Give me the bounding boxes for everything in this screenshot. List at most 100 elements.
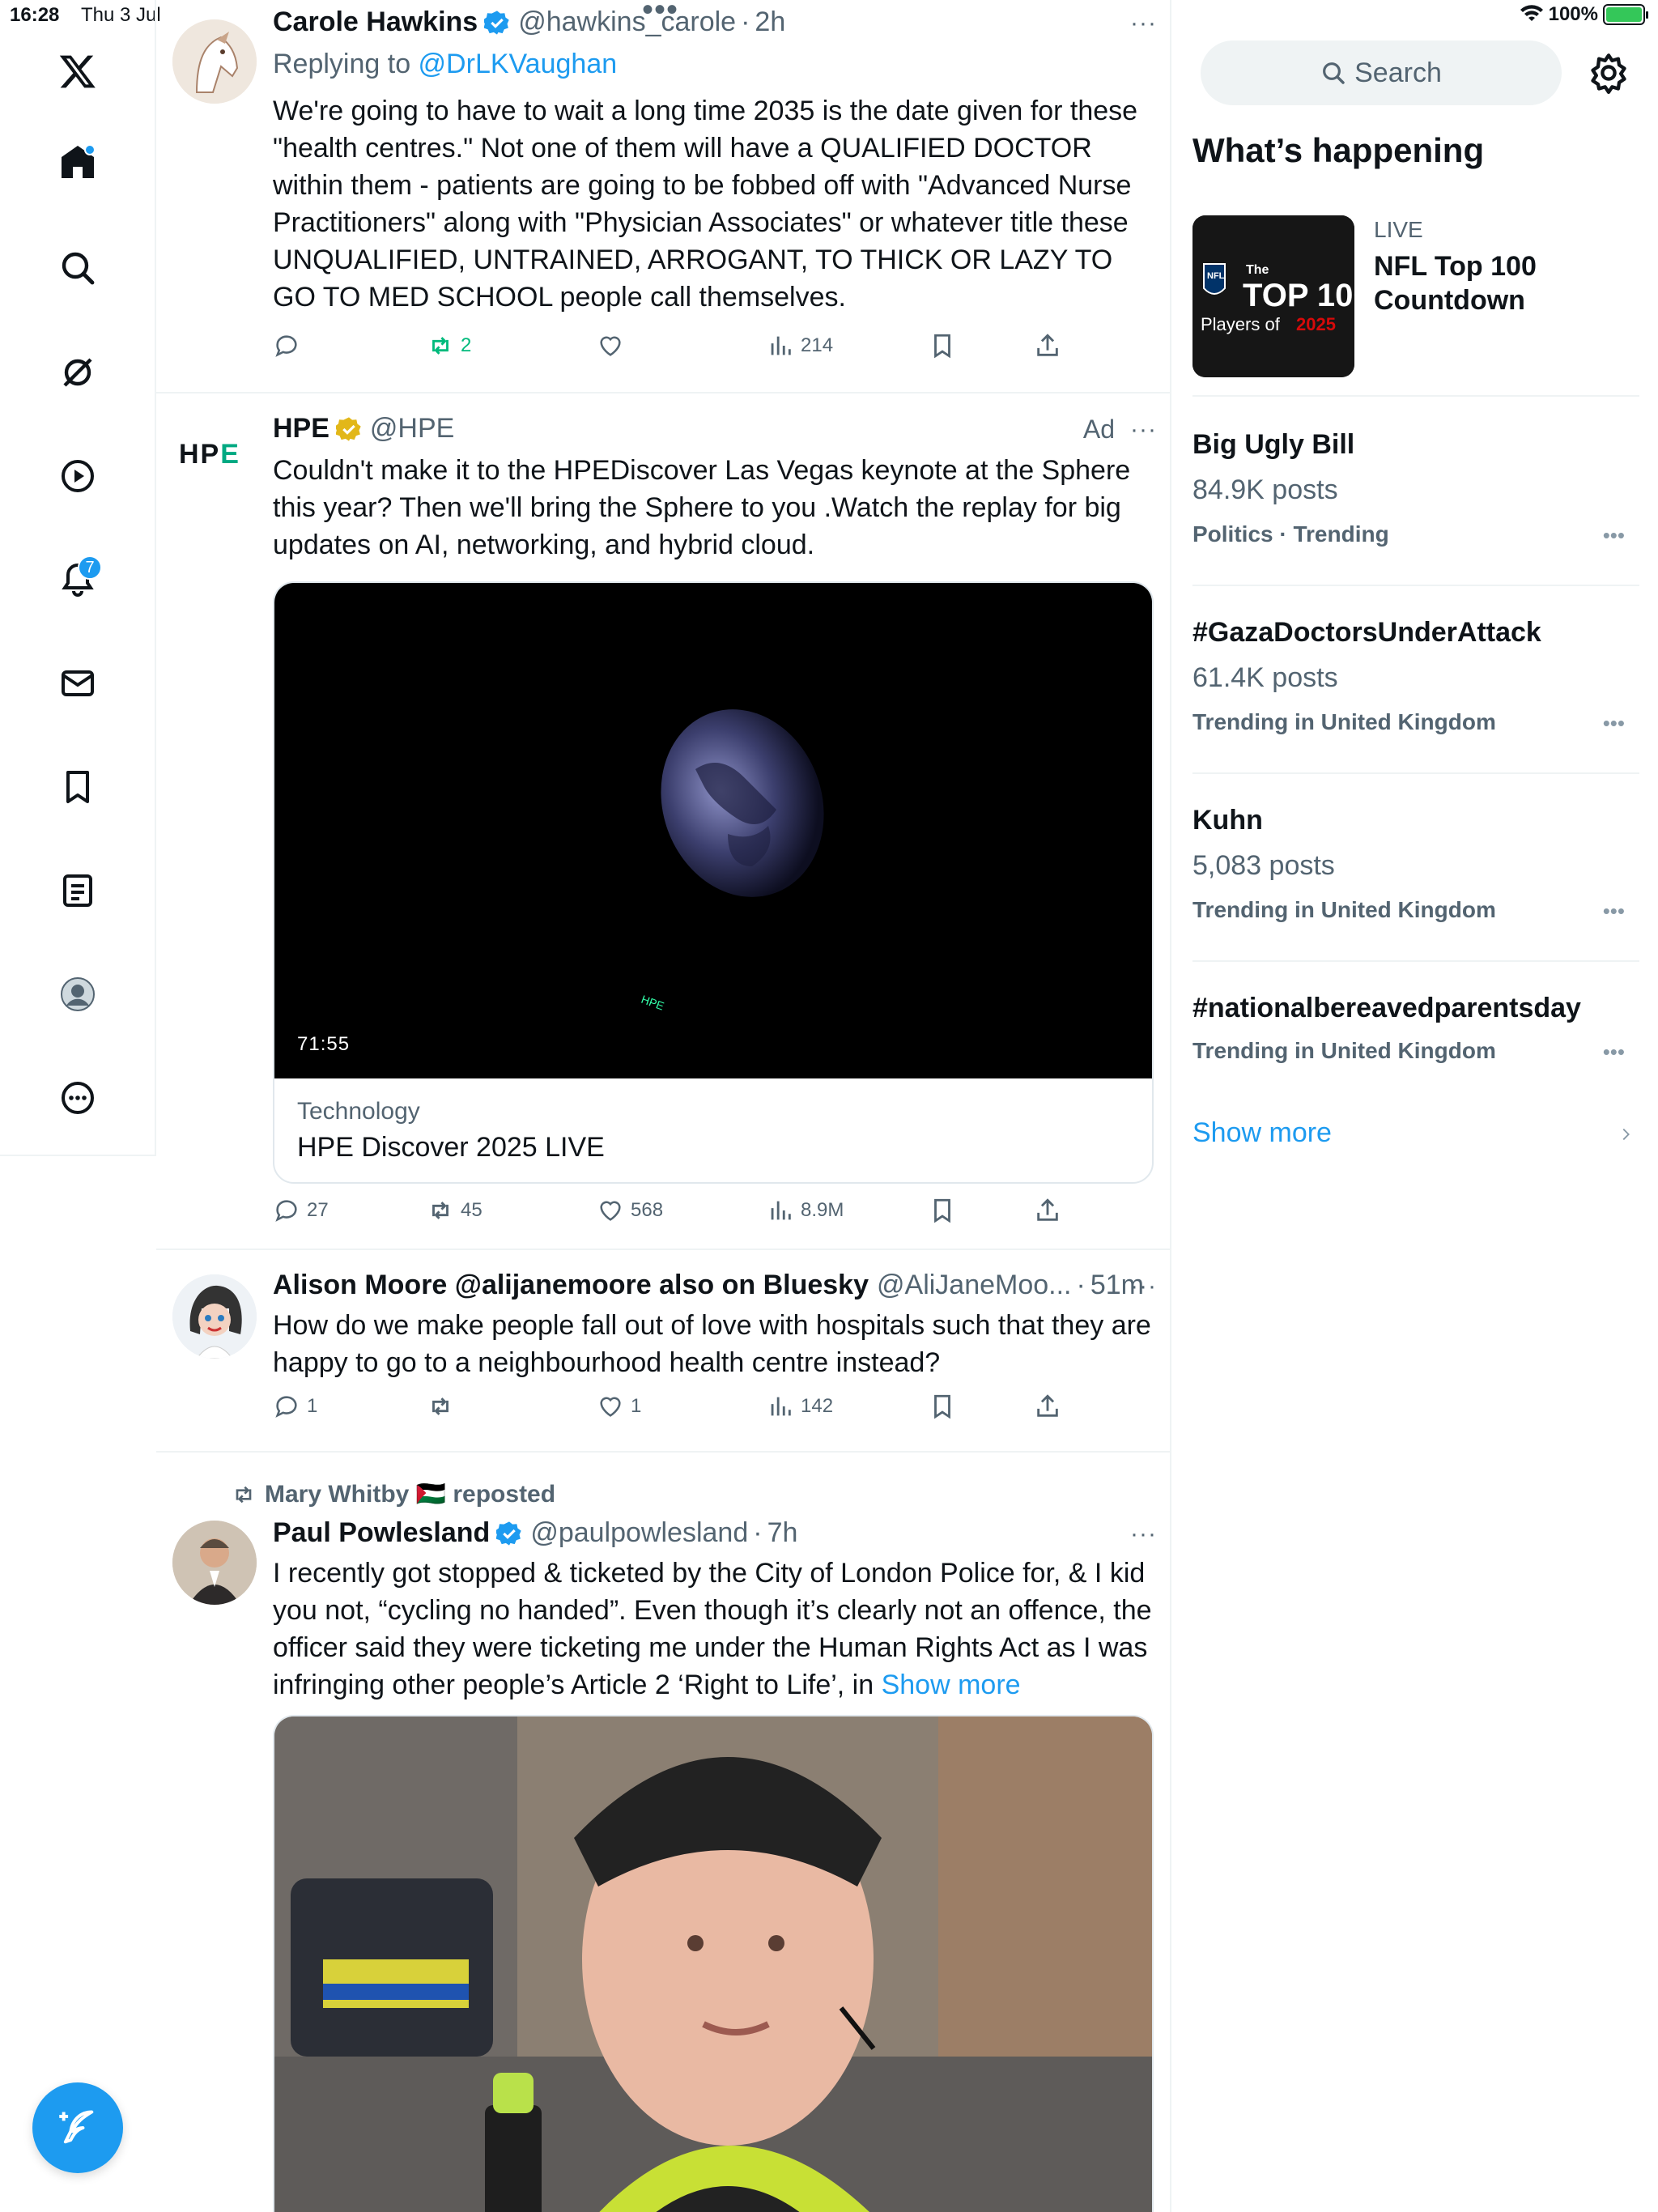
bookmark-button[interactable] (929, 332, 956, 359)
reposted-by[interactable]: Mary Whitby 🇵🇸 reposted (265, 1480, 555, 1508)
repost-icon (236, 1486, 252, 1503)
share-button[interactable] (1034, 332, 1061, 359)
x-logo-icon[interactable] (49, 42, 107, 100)
video-card[interactable]: HPE 71:55 Technology HPE Discover 2025 L… (273, 581, 1154, 1184)
more-options-icon[interactable] (49, 1069, 107, 1127)
earth-globe-image: HPE (640, 709, 824, 1013)
trend-more-icon[interactable]: ••• (1603, 523, 1625, 548)
like-button[interactable]: 1 (597, 1393, 641, 1420)
tweet-more-icon[interactable]: ··· (1130, 416, 1157, 444)
author-name[interactable]: Paul Powlesland (273, 1517, 490, 1549)
grok-icon[interactable] (49, 343, 107, 402)
trend-context: Trending in United Kingdom (1192, 709, 1496, 734)
search-input[interactable]: Search (1201, 40, 1562, 105)
replying-prefix: Replying to (273, 49, 419, 79)
author-name[interactable]: Alison Moore @alijanemoore also on Blues… (273, 1270, 869, 1301)
notifications-icon[interactable]: 7 (49, 551, 107, 609)
views-count: 8.9M (801, 1199, 844, 1221)
svg-text:NFL: NFL (1207, 271, 1225, 281)
search-nav-icon[interactable] (49, 239, 107, 297)
settings-gear-icon[interactable] (1588, 52, 1630, 94)
views-button[interactable]: 214 (767, 332, 833, 359)
tweet-more-icon[interactable]: ··· (1130, 1273, 1157, 1300)
avatar[interactable] (172, 1521, 257, 1605)
police-officer-image (274, 1716, 1152, 2212)
repost-button[interactable] (427, 1393, 461, 1420)
tweet-hpe-ad[interactable]: HPE HPE @HPE Ad ··· Couldn't make it to … (156, 393, 1170, 1250)
share-button[interactable] (1034, 1393, 1061, 1420)
whats-happening-title: What’s happening (1192, 131, 1485, 169)
trend-item[interactable]: #nationalbereavedparentsday Trending in … (1192, 962, 1639, 1083)
author-handle[interactable]: @HPE (370, 413, 454, 445)
repost-button[interactable]: 45 (427, 1197, 483, 1224)
bookmark-button[interactable] (929, 1393, 956, 1420)
trend-item[interactable]: Big Ugly Bill 84.9K posts Politics · Tre… (1192, 397, 1639, 586)
card-category: Technology (297, 1098, 420, 1125)
share-button[interactable] (1034, 1197, 1061, 1224)
trend-more-icon[interactable]: ••• (1603, 899, 1625, 924)
show-more-trends[interactable]: Show more (1192, 1117, 1639, 1158)
svg-text:HPE: HPE (640, 993, 666, 1013)
heart-icon (600, 1397, 621, 1417)
trend-title: #nationalbereavedparentsday (1192, 993, 1581, 1023)
like-button[interactable] (597, 332, 631, 359)
messages-icon[interactable] (49, 654, 107, 713)
show-more-label: Show more (1192, 1117, 1332, 1148)
trend-more-icon[interactable]: ••• (1603, 711, 1625, 736)
replying-to: Replying to @DrLKVaughan (273, 45, 1155, 83)
reply-button[interactable]: 1 (273, 1393, 317, 1420)
author-name[interactable]: HPE (273, 413, 329, 445)
tweet-text: We're going to have to wait a long time … (273, 96, 1138, 313)
bookmarks-icon[interactable] (49, 758, 107, 816)
author-name[interactable]: Carole Hawkins (273, 6, 478, 38)
trend-context: Trending in United Kingdom (1192, 897, 1496, 922)
avatar[interactable] (172, 1274, 257, 1359)
bookmark-button[interactable] (929, 1197, 956, 1224)
trend-more-icon[interactable]: ••• (1603, 1040, 1625, 1065)
trend-item[interactable]: Kuhn 5,083 posts Trending in United King… (1192, 774, 1639, 962)
repost-count: 2 (461, 334, 472, 356)
verified-badge-icon (496, 1521, 521, 1546)
compose-post-button[interactable] (32, 2082, 123, 2173)
tweet-carole-hawkins[interactable]: ••• Carole Hawkins @hawkins_carole · 2h … (156, 0, 1170, 393)
repost-button[interactable]: 2 (427, 332, 471, 359)
tweet-header: Carole Hawkins @hawkins_carole · 2h (273, 6, 1155, 38)
live-event-card[interactable]: NFL The TOP 100 Players of 2025 LIVE NFL… (1192, 214, 1639, 397)
card-title[interactable]: HPE Discover 2025 LIVE (297, 1132, 605, 1163)
reply-button[interactable] (273, 332, 307, 359)
views-count: 214 (801, 334, 834, 356)
tweet-actions: 1 1 142 (273, 1393, 1155, 1425)
author-handle[interactable]: @AliJaneMoo... (877, 1270, 1072, 1301)
tweet-alison-moore[interactable]: Alison Moore @alijanemoore also on Blues… (156, 1250, 1170, 1453)
verified-gold-badge-icon (335, 416, 361, 441)
profile-avatar-icon[interactable] (49, 965, 107, 1023)
video-icon[interactable] (49, 447, 107, 505)
reply-button[interactable]: 27 (273, 1197, 329, 1224)
views-button[interactable]: 142 (767, 1393, 833, 1420)
trend-item[interactable]: #GazaDoctorsUnderAttack 61.4K posts Tren… (1192, 586, 1639, 774)
post-time[interactable]: 2h (755, 6, 785, 38)
replying-to-link[interactable]: @DrLKVaughan (419, 49, 618, 79)
views-button[interactable]: 8.9M (767, 1197, 844, 1224)
tweet-more-icon[interactable]: ··· (1130, 1521, 1157, 1548)
timeline-feed: ••• Carole Hawkins @hawkins_carole · 2h … (156, 0, 1171, 2212)
hpe-logo[interactable]: HPE (179, 439, 240, 470)
author-handle[interactable]: @hawkins_carole (518, 6, 736, 38)
avatar[interactable] (172, 19, 257, 104)
post-time[interactable]: 7h (767, 1517, 798, 1549)
author-handle[interactable]: @paulpowlesland (530, 1517, 748, 1549)
repost-icon (432, 1397, 449, 1415)
search-placeholder: Search (1354, 57, 1442, 88)
home-icon[interactable] (49, 133, 107, 191)
trend-context: Trending in United Kingdom (1192, 1038, 1496, 1063)
views-chart-icon (771, 1397, 791, 1416)
tweet-more-icon[interactable]: ··· (1130, 10, 1157, 37)
reply-icon (275, 1396, 297, 1418)
video-player[interactable]: HPE 71:55 (274, 583, 1152, 1078)
show-more-link[interactable]: Show more (882, 1670, 1021, 1700)
views-count: 142 (801, 1395, 834, 1417)
video-thumbnail[interactable] (273, 1715, 1154, 2212)
like-button[interactable]: 568 (597, 1197, 663, 1224)
lists-icon[interactable] (49, 861, 107, 920)
tweet-paul-powlesland[interactable]: Mary Whitby 🇵🇸 reposted Paul Powlesland … (156, 1453, 1170, 2212)
